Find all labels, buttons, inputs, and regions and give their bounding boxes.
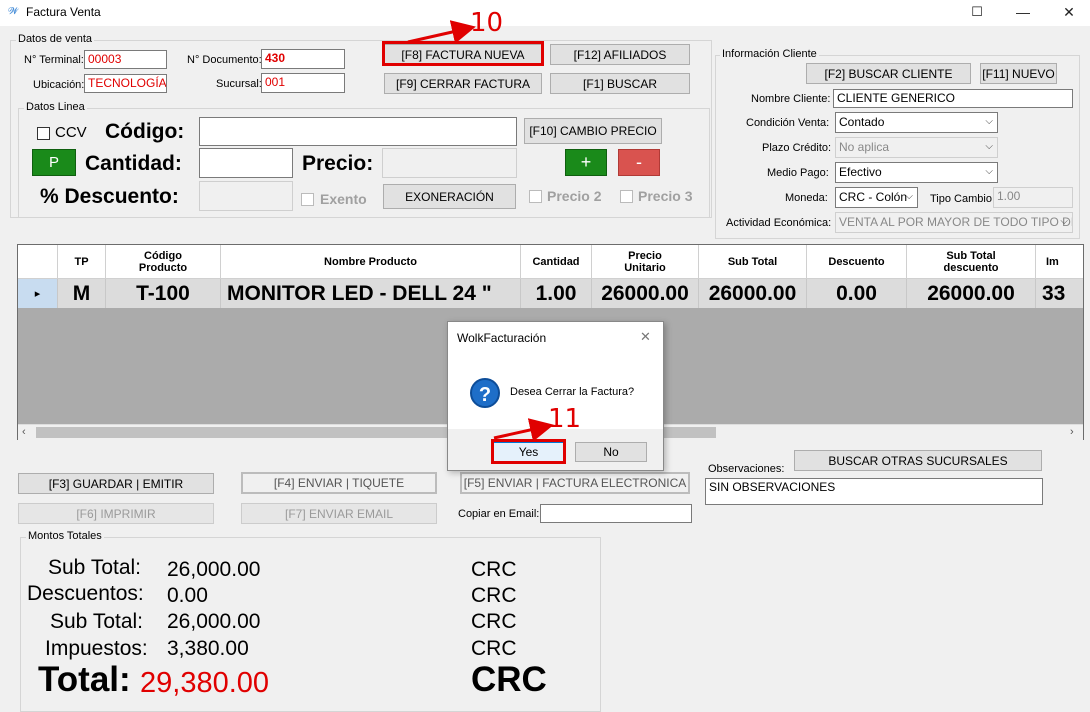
arrow-10 <box>407 20 476 44</box>
annotation-arrows <box>407 20 554 442</box>
arrow-11 <box>493 418 554 442</box>
